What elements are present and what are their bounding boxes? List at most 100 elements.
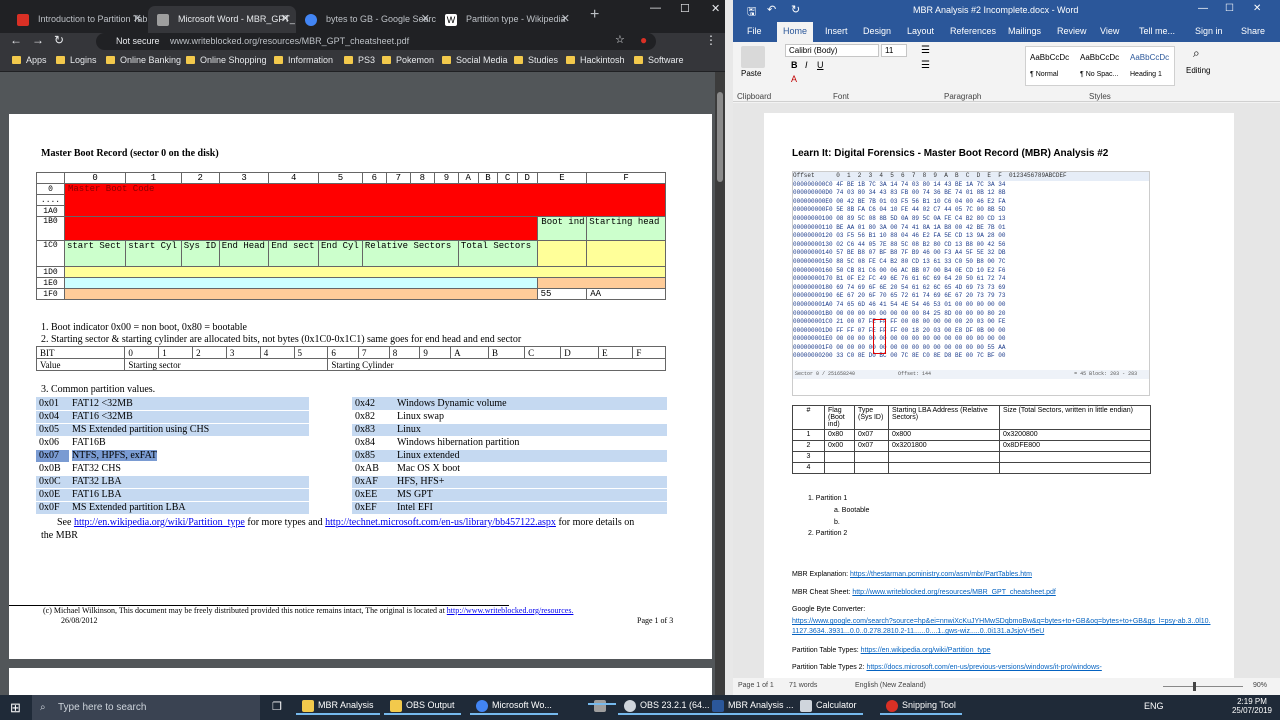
save-icon[interactable]: 🖫 <box>747 3 756 22</box>
clipboard-icon[interactable] <box>741 46 765 68</box>
close-icon[interactable]: ✕ <box>281 6 290 33</box>
footer-link[interactable]: http://www.writeblocked.org/resources. <box>447 606 574 615</box>
back-button[interactable]: ← <box>10 33 22 47</box>
table-cell[interactable]: 1 <box>792 429 825 441</box>
redo-icon[interactable]: ↻ <box>791 3 800 16</box>
bookmark-social-media[interactable]: Social Media <box>442 55 508 65</box>
zoom-thumb[interactable] <box>1193 682 1196 691</box>
table-cell[interactable] <box>888 462 1000 474</box>
align-icon[interactable]: ☰ <box>921 60 930 71</box>
tab-references[interactable]: References <box>950 26 996 36</box>
page-count[interactable]: Page 1 of 1 <box>738 682 774 689</box>
ref-link[interactable]: https://docs.microsoft.com/en-us/previou… <box>866 664 1101 671</box>
tab-home[interactable]: Home <box>777 22 814 42</box>
taskbar-word[interactable]: MBR Analysis ... <box>706 700 800 715</box>
bookmark-pokemon[interactable]: Pokemon <box>382 55 434 65</box>
taskbar-obs[interactable]: OBS 23.2.1 (64... <box>618 700 716 715</box>
table-cell[interactable] <box>824 462 855 474</box>
address-bar[interactable]: Not secure www.writeblocked.org/resource… <box>96 33 656 50</box>
bookmark-ps3[interactable]: PS3 <box>344 55 375 65</box>
table-cell[interactable]: 4 <box>792 462 825 474</box>
table-cell[interactable]: 0x80 <box>824 429 855 441</box>
zoom-level[interactable]: 90% <box>1253 682 1267 689</box>
partition-analysis-table[interactable]: # Flag (Boot ind) Type (Sys ID) Starting… <box>792 405 1151 474</box>
bookmark-studies[interactable]: Studies <box>514 55 558 65</box>
tab-insert[interactable]: Insert <box>825 26 848 36</box>
paste-button[interactable]: Paste <box>741 69 761 78</box>
table-cell[interactable]: 0x07 <box>854 440 889 452</box>
taskbar-calculator[interactable]: Calculator <box>794 700 863 715</box>
italic-icon[interactable]: I <box>805 60 808 70</box>
forward-button[interactable]: → <box>32 33 44 47</box>
tab-intro-partition[interactable]: Introduction to Partition Tabl ✕ <box>8 6 148 33</box>
table-cell[interactable] <box>854 451 889 463</box>
style-normal[interactable]: ¶ Normal <box>1030 71 1058 78</box>
table-cell[interactable]: 3 <box>792 451 825 463</box>
maximize-button[interactable]: ☐ <box>1225 3 1234 14</box>
new-tab-button[interactable]: + <box>590 6 599 24</box>
tab-bytes-to-gb[interactable]: bytes to GB - Google Search ✕ <box>296 6 436 33</box>
document-page[interactable]: Learn It: Digital Forensics - Master Boo… <box>764 113 1234 678</box>
close-icon[interactable]: ✕ <box>421 6 430 33</box>
undo-icon[interactable]: ↶ <box>767 3 776 16</box>
ref-link[interactable]: https://en.wikipedia.org/wiki/Partition_… <box>861 647 991 654</box>
bookmark-logins[interactable]: Logins <box>56 55 97 65</box>
taskbar-obs-output-folder[interactable]: OBS Output <box>384 700 461 715</box>
ref-link[interactable]: http://www.writeblocked.org/resources/MB… <box>852 589 1055 596</box>
pdf-viewer[interactable]: Master Boot Record (sector 0 on the disk… <box>0 72 725 698</box>
table-cell[interactable] <box>824 451 855 463</box>
style-heading-1[interactable]: Heading 1 <box>1130 71 1162 78</box>
table-cell[interactable]: 0x3201800 <box>888 440 1000 452</box>
table-cell[interactable] <box>854 462 889 474</box>
language-indicator[interactable]: ENG <box>1144 701 1164 711</box>
document-canvas[interactable]: Learn It: Digital Forensics - Master Boo… <box>733 103 1280 678</box>
taskbar-mbr-analysis-folder[interactable]: MBR Analysis <box>296 700 380 715</box>
taskbar-search[interactable]: ⌕ Type here to search <box>32 695 260 720</box>
system-clock[interactable]: 2:19 PM 25/07/2019 <box>1232 697 1272 715</box>
font-color-icon[interactable]: A <box>791 74 797 84</box>
table-cell[interactable]: 0x8DFE800 <box>999 440 1151 452</box>
editing-button[interactable]: Editing <box>1186 66 1210 75</box>
maximize-button[interactable]: ☐ <box>680 2 690 15</box>
tab-design[interactable]: Design <box>863 26 891 36</box>
tab-partition-type[interactable]: W Partition type - Wikipedia ✕ <box>436 6 576 33</box>
style-no-spacing[interactable]: ¶ No Spac... <box>1080 71 1118 78</box>
tab-view[interactable]: View <box>1100 26 1119 36</box>
styles-gallery[interactable]: AaBbCcDc AaBbCcDc AaBbCcDc ¶ Normal ¶ No… <box>1025 46 1175 86</box>
task-view-icon[interactable]: ❐ <box>272 700 282 713</box>
bookmark-online-shopping[interactable]: Online Shopping <box>186 55 267 65</box>
scrollbar[interactable] <box>715 72 725 695</box>
minimize-button[interactable]: — <box>1198 3 1208 14</box>
style-preview-heading1[interactable]: AaBbCcDc <box>1130 53 1169 62</box>
close-window-button[interactable]: ✕ <box>1253 3 1261 14</box>
table-cell[interactable]: 0x3200800 <box>999 429 1151 441</box>
menu-icon[interactable]: ⋮ <box>705 33 717 47</box>
table-cell[interactable]: 2 <box>792 440 825 452</box>
table-cell[interactable]: 0x00 <box>824 440 855 452</box>
tab-review[interactable]: Review <box>1057 26 1087 36</box>
sign-in-link[interactable]: Sign in <box>1195 26 1223 36</box>
tab-file[interactable]: File <box>747 26 762 36</box>
bookmark-hackintosh[interactable]: Hackintosh <box>566 55 625 65</box>
tell-me-box[interactable]: Tell me... <box>1139 26 1175 36</box>
scroll-thumb[interactable] <box>717 92 723 182</box>
zoom-slider[interactable] <box>1163 686 1243 687</box>
reload-button[interactable]: ↻ <box>54 33 64 47</box>
close-icon[interactable]: ✕ <box>561 6 570 33</box>
windows-start-icon[interactable]: ⊞ <box>10 700 21 716</box>
bookmark-apps[interactable]: Apps <box>12 55 47 65</box>
bullets-icon[interactable]: ☰ <box>921 45 930 56</box>
wikipedia-link[interactable]: http://en.wikipedia.org/wiki/Partition_t… <box>74 517 245 528</box>
close-window-button[interactable]: ✕ <box>711 2 720 15</box>
style-preview-nospacing[interactable]: AaBbCcDc <box>1080 53 1119 62</box>
taskbar-chrome[interactable]: Microsoft Wo... <box>470 700 558 715</box>
font-name-box[interactable]: Calibri (Body) <box>785 44 879 57</box>
table-cell[interactable] <box>999 451 1151 463</box>
bookmark-online-banking[interactable]: Online Banking <box>106 55 181 65</box>
underline-icon[interactable]: U <box>817 60 824 70</box>
minimize-button[interactable]: — <box>650 2 661 14</box>
bookmark-information[interactable]: Information <box>274 55 333 65</box>
table-cell[interactable]: 0x800 <box>888 429 1000 441</box>
share-button[interactable]: Share <box>1241 26 1265 36</box>
font-size-box[interactable]: 11 <box>881 44 907 57</box>
